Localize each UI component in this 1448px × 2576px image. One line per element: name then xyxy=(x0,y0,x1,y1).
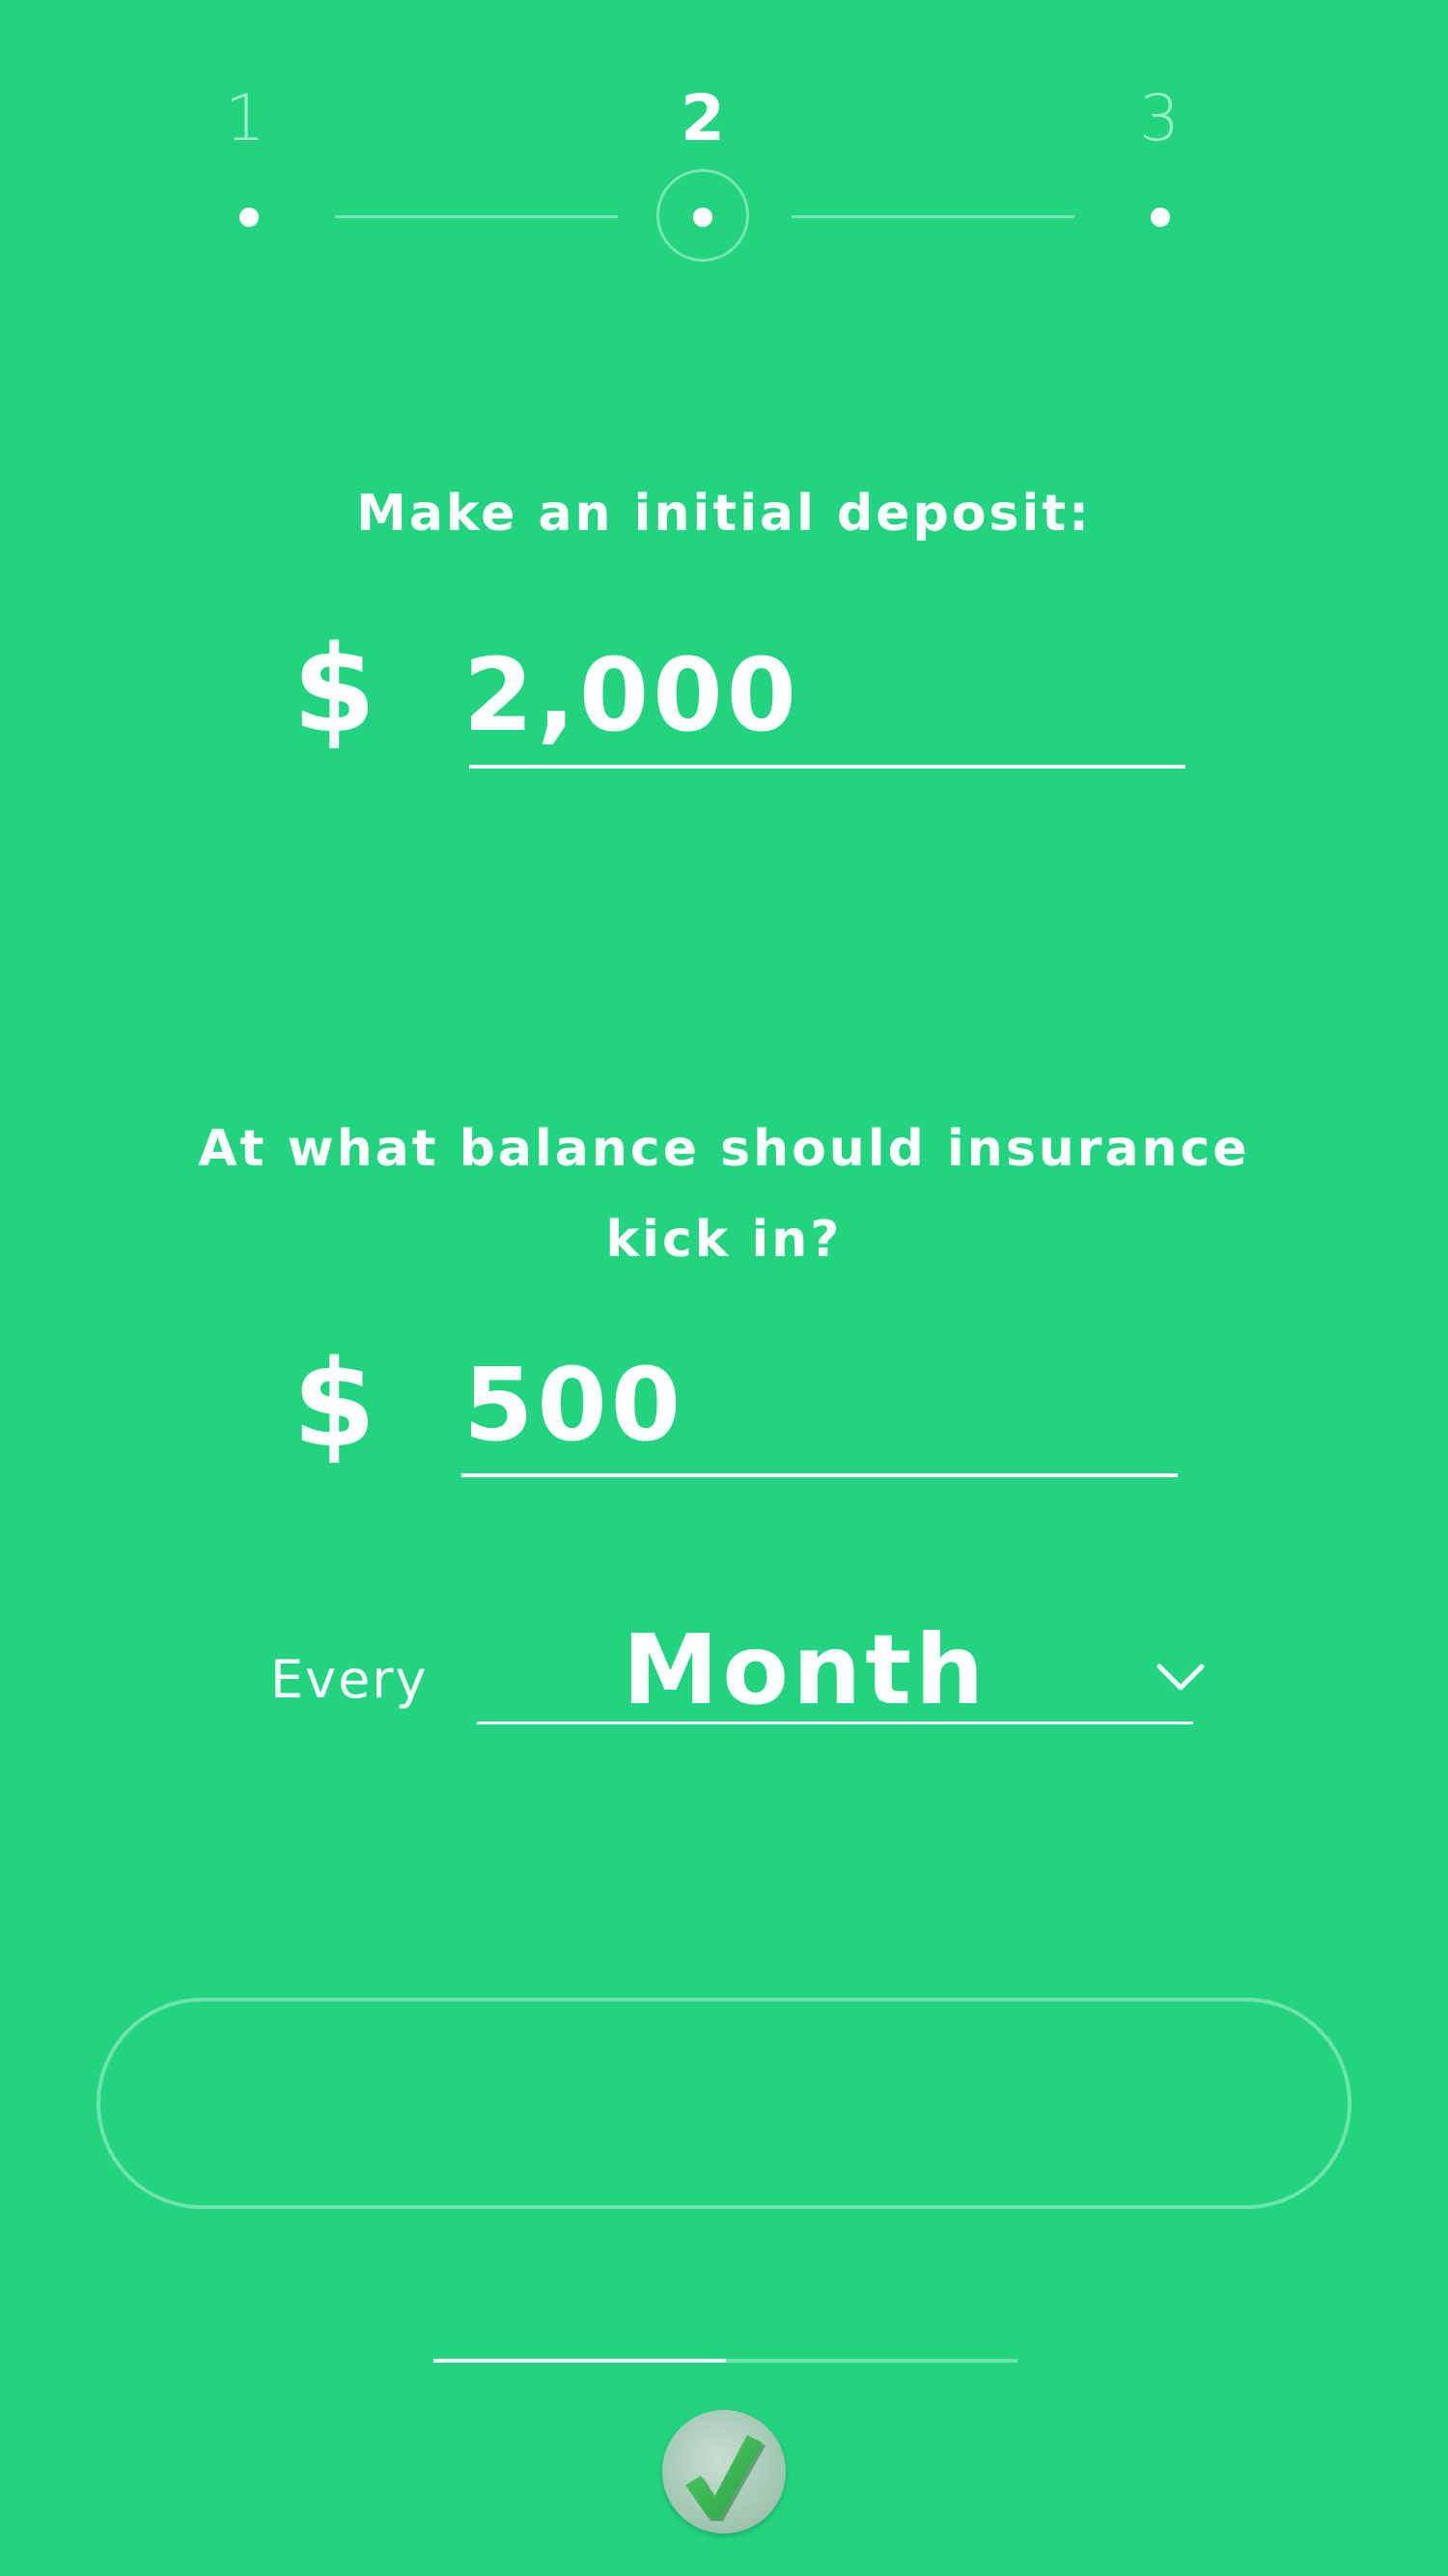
step-3-label[interactable]: 3 xyxy=(1121,85,1198,153)
frequency-selected-value[interactable]: Month xyxy=(477,1612,1133,1728)
confirm-button[interactable] xyxy=(662,2410,786,2534)
deposit-question: Make an initial deposit: xyxy=(356,485,1092,543)
checkmark-icon xyxy=(685,2435,766,2521)
threshold-question-line-2: kick in? xyxy=(605,1211,843,1269)
step-2-dot[interactable] xyxy=(693,208,712,227)
frequency-underline xyxy=(477,1722,1193,1724)
progress-fill xyxy=(433,2359,726,2363)
step-2-label[interactable]: 2 xyxy=(664,85,741,153)
step-1-dot[interactable] xyxy=(239,208,259,227)
threshold-question-line-1: At what balance should insurance xyxy=(198,1120,1250,1178)
step-connector-2 xyxy=(792,215,1074,218)
threshold-amount-underline xyxy=(461,1473,1178,1477)
continue-button[interactable] xyxy=(97,1998,1351,2209)
step-1-label[interactable]: 1 xyxy=(207,85,284,153)
deposit-amount-underline xyxy=(469,765,1185,769)
step-3-dot[interactable] xyxy=(1151,208,1170,227)
step-connector-1 xyxy=(335,215,618,218)
progress-track xyxy=(433,2359,1017,2363)
threshold-amount-input[interactable] xyxy=(463,1342,1178,1468)
frequency-label: Every xyxy=(270,1649,429,1710)
chevron-down-icon[interactable] xyxy=(1156,1659,1205,1697)
deposit-amount-input[interactable] xyxy=(463,632,1185,758)
deposit-currency-symbol: $ xyxy=(292,621,376,760)
threshold-currency-symbol: $ xyxy=(292,1335,376,1474)
